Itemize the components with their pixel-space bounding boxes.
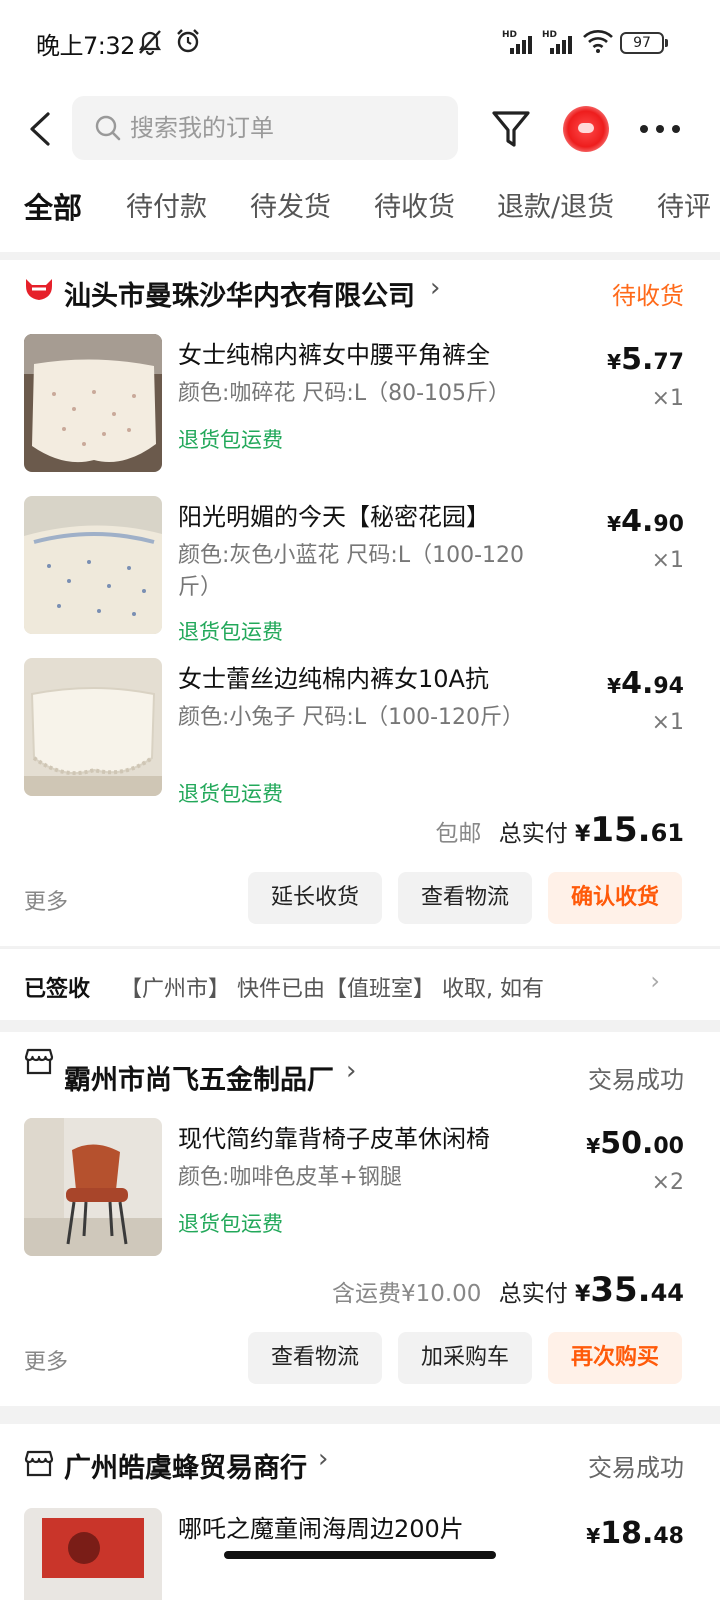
shipping-note: 含运费¥10.00 [331,1281,482,1307]
top-area: 晚上7:32 HD HD 97 搜索我的订单 全部 待付款 待发货 待收货 退款… [0,0,720,252]
order-item[interactable]: 现代简约靠背椅子皮革休闲椅 颜色:咖啡色皮革+钢腿 退货包运费 ¥50.00 ×… [0,1118,720,1258]
order-total: 包邮 总实付 ¥15.61 [435,810,684,850]
item-price: ¥5.77 [607,342,684,377]
product-thumbnail[interactable] [24,334,162,472]
order-item[interactable]: 女士纯棉内裤女中腰平角裤全 颜色:咖碎花 尺码:L（80-105斤） 退货包运费… [0,334,720,474]
total-amount: ¥35.44 [575,1270,684,1310]
product-title: 阳光明媚的今天【秘密花园】 [178,503,490,531]
signal-icon: HD [502,30,536,54]
search-row [0,96,720,162]
more-link[interactable]: 更多 [24,884,68,916]
chevron-right-icon: › [650,967,660,995]
order-item[interactable]: 女士蕾丝边纯棉内裤女10A抗 颜色:小兔子 尺码:L（100-120斤） 退货包… [0,658,720,806]
item-quantity: ×1 [651,710,684,735]
product-thumbnail[interactable] [24,658,162,796]
tab-refunds[interactable]: 退款/退货 [497,186,614,230]
order-card: 汕头市曼珠沙华内衣有限公司 › 待收货 女士纯棉内裤女中腰平角裤全 颜色:咖碎花… [0,260,720,946]
item-quantity: ×1 [651,386,684,411]
product-thumbnail[interactable] [24,496,162,634]
return-shipping-tag: 退货包运费 [178,620,283,644]
order-card: 霸州市尚飞五金制品厂 › 交易成功 现代简约靠背椅子皮革休闲椅 颜色:咖啡色皮革… [0,1032,720,1406]
tab-all[interactable]: 全部 [24,186,82,230]
add-to-cart-button[interactable]: 加采购车 [398,1332,532,1384]
product-thumbnail[interactable] [24,1118,162,1256]
more-link[interactable]: 更多 [24,1344,68,1376]
item-price: ¥18.48 [586,1516,684,1551]
order-status: 交易成功 [588,1066,684,1094]
product-thumbnail[interactable] [24,1508,162,1600]
record-button[interactable] [563,106,609,152]
chevron-right-icon: › [346,1056,357,1086]
total-label: 总实付 [498,821,568,847]
more-menu-button[interactable] [636,114,684,144]
chevron-right-icon: › [430,273,441,303]
return-shipping-tag: 退货包运费 [178,782,283,806]
status-time: 晚上7:32 [36,32,135,60]
item-quantity: ×1 [651,548,684,573]
store-icon [24,1450,54,1477]
logistics-strip[interactable]: 已签收 【广州市】 快件已由【值班室】 收取, 如有 › [0,948,720,1020]
order-item[interactable]: 阳光明媚的今天【秘密花园】 颜色:灰色小蓝花 尺码:L（100-120斤） 退货… [0,496,720,644]
view-logistics-button[interactable]: 查看物流 [248,1332,382,1384]
mute-icon [138,30,162,56]
back-button[interactable] [24,110,58,148]
extend-receipt-button[interactable]: 延长收货 [248,872,382,924]
search-input[interactable] [130,106,440,150]
return-shipping-tag: 退货包运费 [178,1212,283,1236]
shipping-note: 包邮 [435,821,482,847]
shop-name[interactable]: 广州皓虞蜂贸易商行 [64,1446,307,1485]
product-title: 女士蕾丝边纯棉内裤女10A抗 [178,665,489,693]
tab-pending-review[interactable]: 待评 [657,186,711,230]
order-total: 含运费¥10.00 总实付 ¥35.44 [332,1270,684,1310]
view-logistics-button[interactable]: 查看物流 [398,872,532,924]
confirm-receipt-button[interactable]: 确认收货 [548,872,682,924]
item-quantity: ×2 [651,1170,684,1195]
wifi-icon [583,30,613,53]
product-title: 哪吒之魔童闹海周边200片 [178,1515,464,1543]
filter-button[interactable] [490,108,532,150]
tmall-cat-icon [26,279,52,300]
home-indicator[interactable] [224,1551,496,1559]
battery-icon: 97 [620,32,668,54]
shop-header[interactable]: 汕头市曼珠沙华内衣有限公司 › 待收货 [0,260,720,320]
product-title: 现代简约靠背椅子皮革休闲椅 [178,1125,490,1153]
item-price: ¥50.00 [586,1126,684,1161]
logistics-text: 【广州市】 快件已由【值班室】 收取, 如有 [120,977,544,1002]
item-price: ¥4.94 [607,666,684,701]
shop-name[interactable]: 霸州市尚飞五金制品厂 [64,1058,334,1097]
status-bar: 晚上7:32 HD HD 97 [0,0,720,84]
order-card: 广州皓虞蜂贸易商行 › 交易成功 哪吒之魔童闹海周边200片 ¥18.48 [0,1424,720,1600]
shop-header[interactable]: 广州皓虞蜂贸易商行 › 交易成功 [0,1424,720,1484]
search-box[interactable] [72,96,458,160]
tab-pending-payment[interactable]: 待付款 [126,186,207,230]
order-tabs: 全部 待付款 待发货 待收货 退款/退货 待评 [0,186,720,234]
tab-pending-receipt[interactable]: 待收货 [374,186,455,230]
total-label: 总实付 [498,1281,568,1307]
chevron-right-icon: › [318,1444,329,1474]
total-amount: ¥15.61 [575,810,684,850]
product-spec: 颜色:咖碎花 尺码:L（80-105斤） [178,381,510,406]
alarm-icon [177,29,199,53]
store-icon [24,1048,54,1075]
product-spec: 颜色:灰色小蓝花 尺码:L（100-120斤） [178,543,524,600]
item-price: ¥4.90 [607,504,684,539]
signal-icon: HD [542,30,576,54]
order-status: 交易成功 [588,1454,684,1482]
logistics-label: 已签收 [24,977,91,1002]
shop-name[interactable]: 汕头市曼珠沙华内衣有限公司 [64,274,415,313]
return-shipping-tag: 退货包运费 [178,428,283,452]
tab-pending-shipment[interactable]: 待发货 [250,186,331,230]
search-icon [95,115,121,141]
order-status: 待收货 [612,282,684,310]
product-title: 女士纯棉内裤女中腰平角裤全 [178,341,490,369]
buy-again-button[interactable]: 再次购买 [548,1332,682,1384]
product-spec: 颜色:咖啡色皮革+钢腿 [178,1165,402,1190]
shop-header[interactable]: 霸州市尚飞五金制品厂 › 交易成功 [0,1032,720,1096]
product-spec: 颜色:小兔子 尺码:L（100-120斤） [178,705,524,730]
